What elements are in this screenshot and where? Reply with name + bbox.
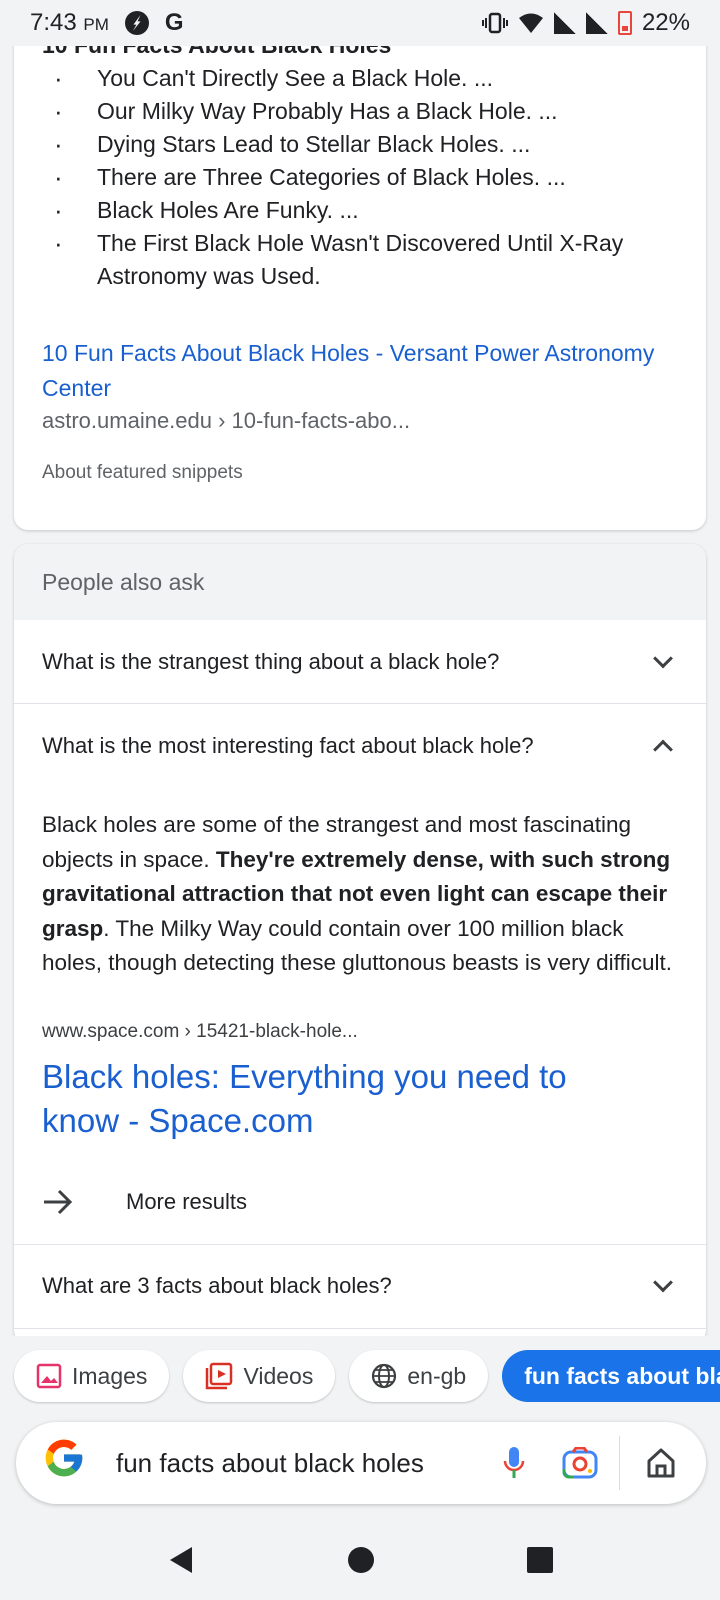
vibrate-icon bbox=[481, 12, 508, 34]
answer-source-link[interactable]: Black holes: Everything you need to know… bbox=[14, 1043, 654, 1143]
data-saver-icon bbox=[124, 11, 149, 35]
list-item: Our Milky Way Probably Has a Black Hole.… bbox=[42, 95, 682, 128]
chip-language[interactable]: en-gb bbox=[349, 1350, 489, 1402]
back-icon[interactable] bbox=[166, 1545, 196, 1575]
search-bar[interactable]: fun facts about black holes bbox=[16, 1422, 706, 1504]
snippet-result-url[interactable]: astro.umaine.edu › 10-fun-facts-abo... bbox=[42, 408, 410, 434]
list-item: There are Three Categories of Black Hole… bbox=[42, 161, 682, 194]
paa-question-text: What are 3 facts about black holes? bbox=[42, 1273, 392, 1298]
wifi-icon bbox=[518, 13, 543, 33]
chip-images-label: Images bbox=[72, 1362, 148, 1389]
home-icon[interactable] bbox=[636, 1438, 686, 1488]
list-item: Black Holes Are Funky. ... bbox=[42, 194, 682, 227]
paa-answer: Black holes are some of the strangest an… bbox=[14, 788, 706, 981]
chip-language-label: en-gb bbox=[407, 1362, 467, 1389]
status-time: 7:43 PM bbox=[30, 9, 109, 36]
chip-images[interactable]: Images bbox=[14, 1350, 170, 1402]
status-bar: 7:43 PM G 22% bbox=[0, 0, 720, 46]
chip-videos[interactable]: Videos bbox=[183, 1350, 336, 1402]
paa-question-1[interactable]: What is the strangest thing about a blac… bbox=[14, 620, 706, 704]
more-results-label: More results bbox=[126, 1189, 248, 1214]
battery-icon bbox=[617, 11, 632, 35]
snippet-result-link[interactable]: 10 Fun Facts About Black Holes - Versant… bbox=[42, 336, 692, 406]
answer-source-url[interactable]: www.space.com › 15421-black-hole... bbox=[14, 981, 706, 1043]
arrow-right-icon bbox=[42, 1188, 98, 1216]
signal-icon bbox=[553, 12, 576, 34]
lens-camera-icon[interactable] bbox=[555, 1438, 605, 1488]
google-logo-icon bbox=[42, 1436, 98, 1491]
globe-icon bbox=[372, 1363, 397, 1389]
search-bar-divider bbox=[619, 1436, 620, 1490]
filter-chips-row: Images Videos en-gb fun facts about blac… bbox=[0, 1336, 720, 1416]
chip-query-label: fun facts about black holes bbox=[524, 1362, 720, 1389]
more-results-button[interactable]: More results bbox=[14, 1161, 706, 1245]
paa-question-2[interactable]: What is the most interesting fact about … bbox=[14, 704, 706, 788]
image-icon bbox=[36, 1363, 62, 1389]
list-item: You Can't Directly See a Black Hole. ... bbox=[42, 62, 682, 95]
battery-level: 22% bbox=[641, 9, 690, 36]
recents-icon[interactable] bbox=[526, 1546, 554, 1574]
facts-list: You Can't Directly See a Black Hole. ...… bbox=[42, 62, 682, 293]
chevron-up-icon bbox=[653, 739, 673, 760]
list-item: Dying Stars Lead to Stellar Black Holes.… bbox=[42, 128, 682, 161]
system-nav-bar bbox=[0, 1520, 720, 1600]
chevron-down-icon bbox=[653, 1272, 673, 1293]
list-item: The First Black Hole Wasn't Discovered U… bbox=[42, 227, 682, 293]
home-circle-icon[interactable] bbox=[347, 1546, 375, 1574]
signal-icon-2 bbox=[585, 12, 608, 34]
answer-text-end: . The Milky Way could contain over 100 m… bbox=[42, 915, 672, 976]
featured-snippet-card: 10 Fun Facts About Black Holes You Can't… bbox=[14, 0, 706, 530]
paa-question-text: What is the strangest thing about a blac… bbox=[42, 648, 500, 674]
video-icon bbox=[206, 1362, 233, 1390]
paa-question-text: What is the most interesting fact about … bbox=[42, 733, 534, 758]
google-status-icon: G bbox=[164, 9, 184, 36]
microphone-icon[interactable] bbox=[489, 1438, 539, 1488]
chip-query[interactable]: fun facts about black holes bbox=[502, 1350, 720, 1402]
people-also-ask-card: People also ask What is the strangest th… bbox=[14, 544, 706, 1344]
about-featured-snippets-link[interactable]: About featured snippets bbox=[42, 462, 243, 484]
chip-videos-label: Videos bbox=[243, 1362, 314, 1389]
search-query-text[interactable]: fun facts about black holes bbox=[116, 1448, 473, 1479]
paa-question-3[interactable]: What are 3 facts about black holes? bbox=[14, 1245, 706, 1329]
paa-header: People also ask bbox=[14, 544, 706, 620]
chevron-down-icon bbox=[653, 648, 673, 668]
